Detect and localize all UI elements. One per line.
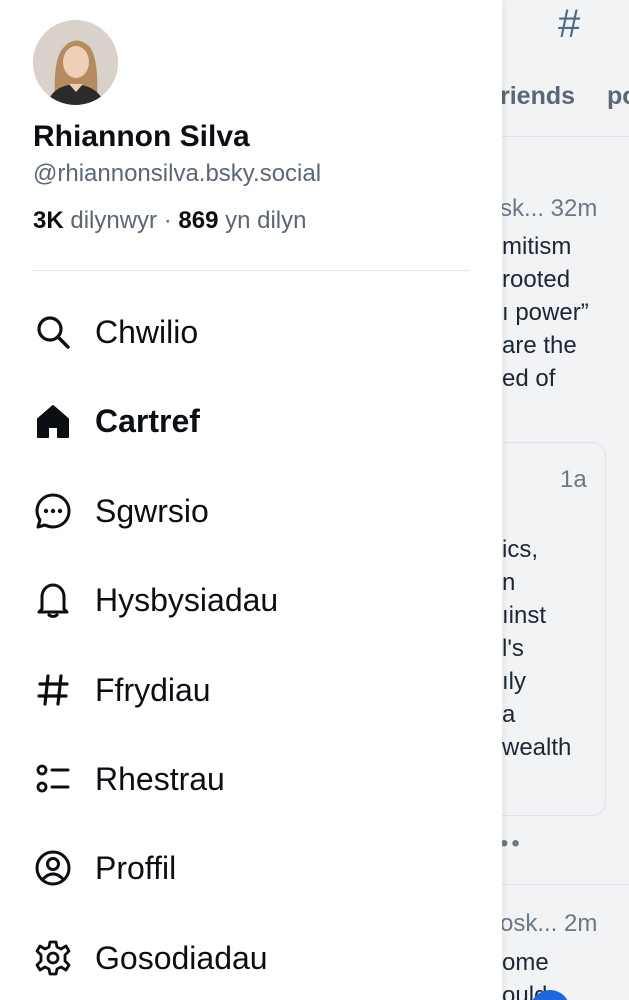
navigation-drawer: Rhiannon Silva @rhiannonsilva.bsky.socia… xyxy=(0,0,502,1000)
home-icon xyxy=(33,401,73,441)
stats-separator: · xyxy=(163,207,172,234)
nav-item-search[interactable]: Chwilio xyxy=(33,302,473,362)
post-meta: osk... 2m xyxy=(500,910,598,937)
quoted-post-text: ics, n ıinst l's ıly a wealth xyxy=(502,536,572,761)
nav-label: Sgwrsio xyxy=(95,492,209,529)
following-count[interactable]: 869 xyxy=(178,207,218,234)
nav-label: Gosodiadau xyxy=(95,939,268,976)
profile-name: Rhiannon Silva xyxy=(33,120,250,153)
nav-item-notifications[interactable]: Hysbysiadau xyxy=(33,570,473,630)
nav-item-settings[interactable]: Gosodiadau xyxy=(33,928,473,988)
hashtag-icon xyxy=(33,670,73,710)
profile-stats: 3K dilynwyr · 869 yn dilyn xyxy=(33,207,306,235)
followers-count[interactable]: 3K xyxy=(33,207,64,234)
nav-label: Rhestrau xyxy=(95,760,225,797)
profile-handle: @rhiannonsilva.bsky.social xyxy=(33,160,322,187)
tab-friends[interactable]: riends xyxy=(500,82,575,110)
followers-label[interactable]: dilynwyr xyxy=(70,207,157,234)
nav-item-profile[interactable]: Proffil xyxy=(33,838,473,898)
search-icon xyxy=(33,312,73,352)
post-meta: sk... 32m xyxy=(500,195,598,222)
chat-icon xyxy=(33,491,73,531)
profile-icon xyxy=(33,848,73,888)
list-icon xyxy=(33,759,73,799)
tabs-divider xyxy=(502,136,629,137)
quoted-post-meta: 1a xyxy=(560,466,587,493)
nav-item-lists[interactable]: Rhestrau xyxy=(33,749,473,809)
nav-label: Proffil xyxy=(95,849,177,886)
nav-label: Cartref xyxy=(95,402,200,439)
gear-icon xyxy=(33,938,73,978)
tab-posts[interactable]: po xyxy=(607,82,629,110)
more-dots[interactable]: •• xyxy=(500,830,523,858)
nav-label: Ffrydiau xyxy=(95,671,211,708)
nav-label: Hysbysiadau xyxy=(95,581,279,618)
nav-item-chat[interactable]: Sgwrsio xyxy=(33,481,473,541)
following-label[interactable]: yn dilyn xyxy=(225,207,306,234)
feeds-hashtag-icon[interactable]: # xyxy=(558,2,580,47)
avatar[interactable] xyxy=(33,20,118,105)
nav-item-home[interactable]: Cartref xyxy=(33,391,473,451)
bell-icon xyxy=(33,580,73,620)
post-divider xyxy=(502,884,629,885)
divider xyxy=(33,270,470,271)
feed-tabs: riends po xyxy=(500,82,629,111)
post-text: mitism rooted ı power” are the ed of xyxy=(502,233,589,392)
nav-label: Chwilio xyxy=(95,313,199,350)
nav-item-feeds[interactable]: Ffrydiau xyxy=(33,660,473,720)
